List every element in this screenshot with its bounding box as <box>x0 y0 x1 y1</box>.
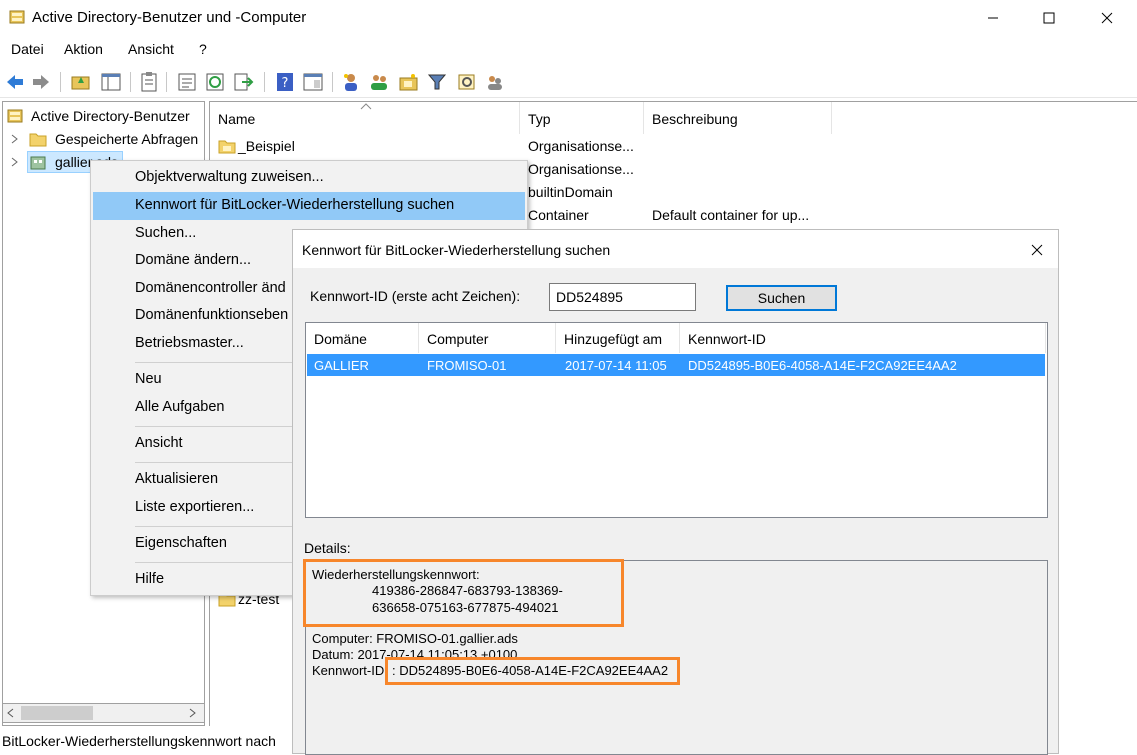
dialog-close-button[interactable] <box>1025 238 1049 262</box>
tree-horizontal-scrollbar[interactable] <box>2 703 205 723</box>
close-button[interactable] <box>1084 0 1130 36</box>
help-icon[interactable]: ? <box>274 71 296 93</box>
key-id-label: Kennwort-ID (erste acht Zeichen): <box>310 288 521 304</box>
toolbar: ? <box>0 66 1137 98</box>
key-id-highlight <box>385 657 680 685</box>
menu-view[interactable]: Ansicht <box>128 41 174 57</box>
chevron-right-icon[interactable] <box>11 134 19 144</box>
menu-item-delegate[interactable]: Objektverwaltung zuweisen... <box>93 164 525 192</box>
export-icon[interactable] <box>232 71 254 93</box>
key-id-prefix: Kennwort-ID <box>312 663 385 678</box>
close-icon <box>1101 12 1113 24</box>
group-add-icon[interactable] <box>484 71 506 93</box>
refresh-icon[interactable] <box>204 71 226 93</box>
console-icon[interactable] <box>302 71 324 93</box>
table-row[interactable]: GALLIER FROMISO-01 2017-07-14 11:05 DD52… <box>307 354 1045 376</box>
properties-icon[interactable] <box>176 71 198 93</box>
col-computer[interactable]: Computer <box>419 323 556 353</box>
clipboard-icon[interactable] <box>138 71 160 93</box>
menu-file[interactable]: Datei <box>11 41 44 57</box>
dialog-title: Kennwort für BitLocker-Wiederherstellung… <box>302 242 611 258</box>
key-id-input[interactable] <box>549 283 696 311</box>
col-description[interactable]: Beschreibung <box>644 102 832 134</box>
folder-icon <box>29 133 47 147</box>
forward-icon[interactable] <box>30 71 52 93</box>
menu-item-find-bitlocker[interactable]: Kennwort für BitLocker-Wiederherstellung… <box>93 192 525 220</box>
ou-icon <box>218 140 236 154</box>
new-user-icon[interactable] <box>340 71 362 93</box>
computer-line: Computer: FROMISO-01.gallier.ads <box>312 631 518 646</box>
find-icon[interactable] <box>456 71 478 93</box>
details-label: Details: <box>304 540 351 556</box>
scroll-left-icon[interactable] <box>7 708 15 718</box>
close-icon <box>1031 244 1043 256</box>
menu-action[interactable]: Aktion <box>64 41 103 57</box>
filter-icon[interactable] <box>426 71 448 93</box>
app-icon <box>9 10 25 24</box>
menu-help[interactable]: ? <box>199 41 207 57</box>
new-group-icon[interactable] <box>368 71 390 93</box>
tree-saved-queries-label: Gespeicherte Abfragen <box>55 131 199 147</box>
domain-icon <box>30 156 46 170</box>
svg-text:?: ? <box>282 76 289 91</box>
tree-item-root[interactable]: Active Directory-Benutzer <box>3 105 203 127</box>
menu-bar: Datei Aktion Ansicht ? <box>0 38 1137 62</box>
window-title: Active Directory-Benutzer und -Computer <box>32 9 307 26</box>
col-type[interactable]: Typ <box>520 102 644 134</box>
col-domain[interactable]: Domäne <box>306 323 419 353</box>
col-key-id[interactable]: Kennwort-ID <box>680 323 1046 353</box>
dialog-title-bar: Kennwort für BitLocker-Wiederherstellung… <box>293 230 1058 268</box>
new-ou-icon[interactable] <box>398 71 420 93</box>
chevron-right-icon[interactable] <box>11 157 19 167</box>
minimize-icon <box>988 17 998 19</box>
tree-root-label: Active Directory-Benutzer <box>31 108 190 124</box>
show-tree-icon[interactable] <box>100 71 122 93</box>
sort-asc-icon <box>360 103 372 110</box>
up-folder-icon[interactable] <box>70 71 92 93</box>
col-name[interactable]: Name <box>210 102 520 134</box>
results-table[interactable]: Domäne Computer Hinzugefügt am Kennwort-… <box>305 322 1048 518</box>
scroll-thumb[interactable] <box>21 706 93 720</box>
search-button[interactable]: Suchen <box>726 285 837 311</box>
col-added[interactable]: Hinzugefügt am <box>556 323 680 353</box>
maximize-icon <box>1043 12 1055 24</box>
recovery-key-highlight <box>303 559 624 627</box>
title-bar: Active Directory-Benutzer und -Computer <box>0 0 1137 36</box>
scroll-right-icon[interactable] <box>189 708 197 718</box>
list-row[interactable]: _Beispiel Organisationse... <box>210 135 1137 158</box>
list-header: Name Typ Beschreibung <box>210 102 1137 134</box>
minimize-button[interactable] <box>970 0 1016 36</box>
status-text: BitLocker-Wiederherstellungskennwort nac… <box>2 733 276 749</box>
ad-root-icon <box>7 109 23 123</box>
maximize-button[interactable] <box>1026 0 1072 36</box>
tree-item-saved-queries[interactable]: Gespeicherte Abfragen <box>3 128 203 150</box>
back-icon[interactable] <box>4 71 26 93</box>
